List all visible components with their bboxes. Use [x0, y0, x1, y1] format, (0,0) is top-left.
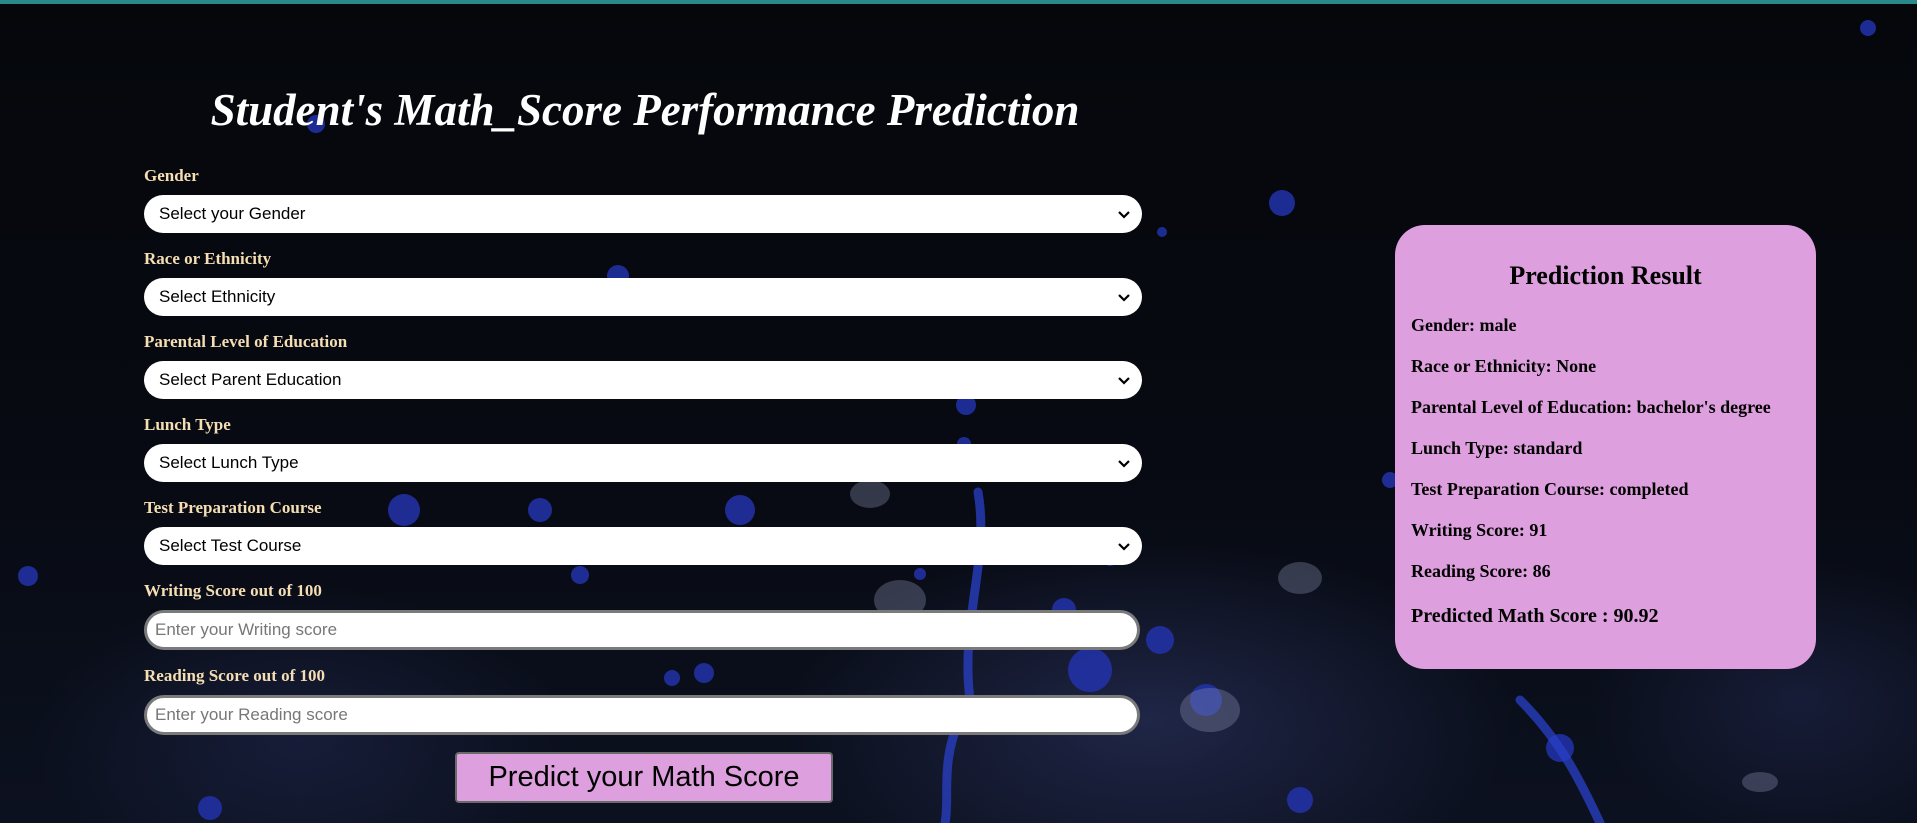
reading-score-label: Reading Score out of 100	[144, 666, 326, 685]
test-course-select-value: Select Test Course	[159, 536, 302, 555]
ethnicity-select-value: Select Ethnicity	[159, 287, 276, 306]
result-predicted-math-score: Predicted Math Score : 90.92	[1411, 605, 1659, 627]
parental-education-label: Parental Level of Education	[144, 332, 348, 351]
chevron-down-icon	[1118, 543, 1130, 551]
reading-score-input[interactable]	[144, 695, 1140, 735]
result-reading-score: Reading Score: 86	[1411, 561, 1551, 581]
chevron-down-icon	[1118, 211, 1130, 219]
parental-education-select-value: Select Parent Education	[159, 370, 342, 389]
test-course-label: Test Preparation Course	[144, 498, 322, 517]
lunch-label: Lunch Type	[144, 415, 231, 434]
result-ethnicity: Race or Ethnicity: None	[1411, 356, 1597, 376]
lunch-select-value: Select Lunch Type	[159, 453, 299, 472]
result-test-course: Test Preparation Course: completed	[1411, 479, 1689, 499]
lunch-field: Lunch Type Select Lunch Type	[144, 415, 1142, 482]
chevron-down-icon	[1118, 460, 1130, 468]
result-lunch: Lunch Type: standard	[1411, 438, 1583, 458]
writing-score-input[interactable]	[144, 610, 1140, 650]
writing-score-label: Writing Score out of 100	[144, 581, 322, 600]
writing-score-field: Writing Score out of 100	[144, 581, 1142, 650]
page-title: Student's Math_Score Performance Predict…	[210, 85, 1080, 135]
lunch-select[interactable]: Select Lunch Type	[144, 444, 1142, 482]
parental-education-field: Parental Level of Education Select Paren…	[144, 332, 1142, 399]
chevron-down-icon	[1118, 294, 1130, 302]
gender-select[interactable]: Select your Gender	[144, 195, 1142, 233]
gender-select-value: Select your Gender	[159, 204, 306, 223]
prediction-form: Gender Select your Gender Race or Ethnic…	[144, 166, 1142, 751]
chevron-down-icon	[1118, 377, 1130, 385]
test-course-select[interactable]: Select Test Course	[144, 527, 1142, 565]
prediction-result-card: Prediction Result Gender: male Race or E…	[1395, 225, 1816, 669]
gender-field: Gender Select your Gender	[144, 166, 1142, 233]
result-gender: Gender: male	[1411, 315, 1517, 335]
result-writing-score: Writing Score: 91	[1411, 520, 1548, 540]
ethnicity-select[interactable]: Select Ethnicity	[144, 278, 1142, 316]
top-accent-bar	[0, 0, 1917, 4]
ethnicity-field: Race or Ethnicity Select Ethnicity	[144, 249, 1142, 316]
result-title: Prediction Result	[1509, 261, 1702, 290]
result-parental-education: Parental Level of Education: bachelor's …	[1411, 397, 1771, 417]
parental-education-select[interactable]: Select Parent Education	[144, 361, 1142, 399]
test-course-field: Test Preparation Course Select Test Cour…	[144, 498, 1142, 565]
gender-label: Gender	[144, 166, 199, 185]
ethnicity-label: Race or Ethnicity	[144, 249, 272, 268]
predict-button[interactable]: Predict your Math Score	[455, 752, 833, 803]
reading-score-field: Reading Score out of 100	[144, 666, 1142, 735]
